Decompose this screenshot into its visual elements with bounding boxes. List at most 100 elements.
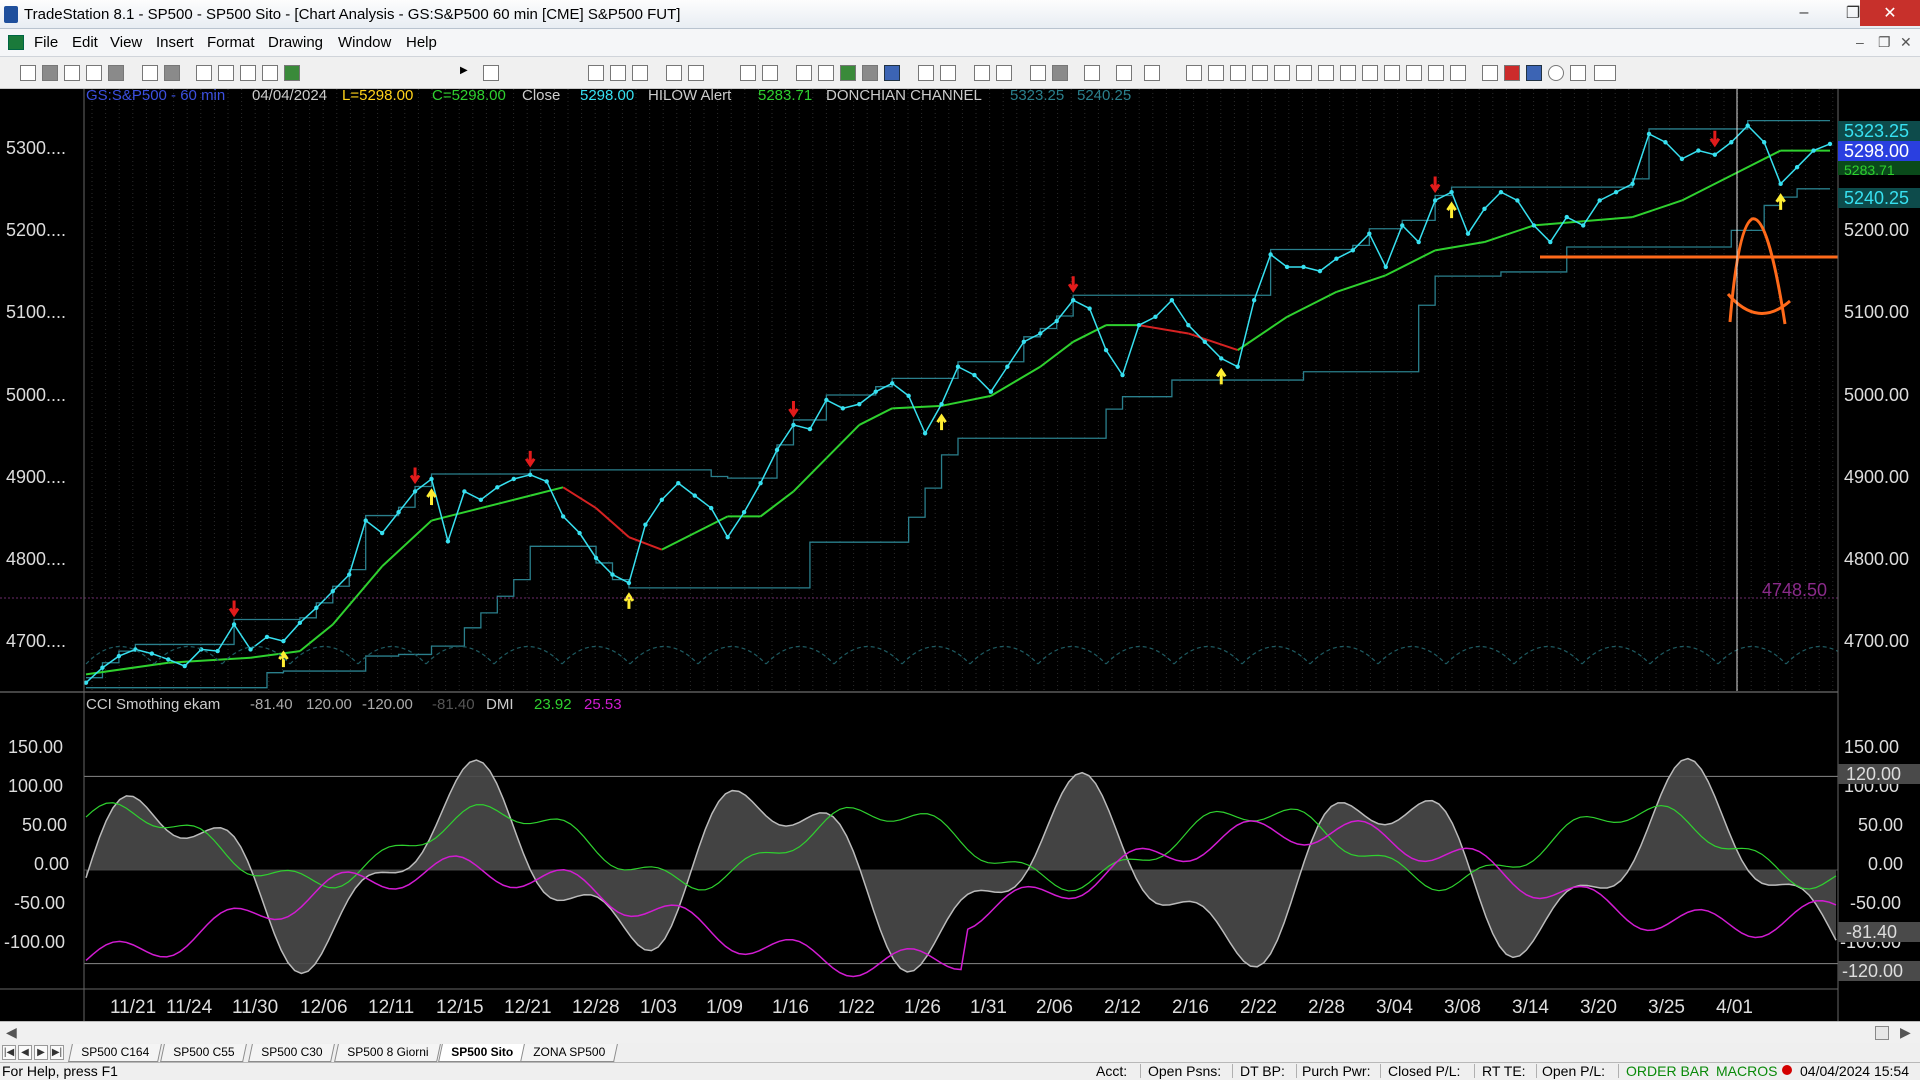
- vertical-line-icon[interactable]: [1208, 65, 1224, 81]
- menu-window[interactable]: Window: [338, 34, 391, 51]
- tab-sp500-c55[interactable]: SP500 C55: [160, 1044, 248, 1062]
- tab-first-icon[interactable]: |◀: [2, 1045, 16, 1060]
- scroll-right-icon[interactable]: ▶: [1900, 1024, 1911, 1041]
- text-abc-icon[interactable]: [1594, 65, 1616, 81]
- insert-chart-icon[interactable]: [884, 65, 900, 81]
- down-arrow-icon[interactable]: [1504, 65, 1520, 81]
- price-dot: [840, 406, 846, 411]
- tab-sp500-c30[interactable]: SP500 C30: [248, 1044, 336, 1062]
- chart-analysis-icon[interactable]: [666, 65, 682, 81]
- open-workspace-icon[interactable]: [64, 65, 80, 81]
- up-arrow-icon[interactable]: [1526, 65, 1542, 81]
- price-dot: [1400, 223, 1405, 228]
- insert-analysis-icon[interactable]: [796, 65, 812, 81]
- print-preview-icon[interactable]: [142, 65, 158, 81]
- time-axis-label: 12/15: [436, 997, 484, 1018]
- status-order-bar[interactable]: ORDER BAR: [1626, 1063, 1709, 1079]
- tab-prev-icon[interactable]: ◀: [18, 1045, 32, 1060]
- menu-format[interactable]: Format: [207, 34, 255, 51]
- menu-insert[interactable]: Insert: [156, 34, 194, 51]
- zoom-in-icon[interactable]: [974, 65, 990, 81]
- new-workspace-icon[interactable]: [86, 65, 102, 81]
- menu-view[interactable]: View: [110, 34, 142, 51]
- time-icon[interactable]: [918, 65, 934, 81]
- tab-last-icon[interactable]: ▶|: [50, 1045, 64, 1060]
- osc-left-label: 150.00: [8, 737, 63, 757]
- pen-icon[interactable]: [1450, 65, 1466, 81]
- tab-sp500-c164[interactable]: SP500 C164: [68, 1044, 162, 1062]
- close-button[interactable]: ✕: [1860, 0, 1920, 26]
- price-dot: [1778, 181, 1783, 187]
- horizontal-line-icon[interactable]: [1230, 65, 1246, 81]
- mdi-close-button[interactable]: ✕: [1900, 34, 1912, 51]
- insert-study-icon[interactable]: [840, 65, 856, 81]
- grid-view-icon[interactable]: [588, 65, 604, 81]
- ruler-icon[interactable]: [1384, 65, 1400, 81]
- speed-lines-icon[interactable]: [1340, 65, 1356, 81]
- save-icon[interactable]: [108, 65, 124, 81]
- insert-bar-icon[interactable]: [862, 65, 878, 81]
- tab-next-icon[interactable]: ▶: [34, 1045, 48, 1060]
- fibonacci-icon[interactable]: [1274, 65, 1290, 81]
- play-arrow-icon[interactable]: ▶: [460, 65, 476, 81]
- lock-icon[interactable]: [240, 65, 256, 81]
- time-axis-label: 3/14: [1512, 997, 1549, 1018]
- palette-icon[interactable]: [284, 65, 300, 81]
- mdi-restore-button[interactable]: ❐: [1878, 34, 1891, 51]
- insert-strategy-icon[interactable]: [818, 65, 834, 81]
- cycle-icon[interactable]: [1362, 65, 1378, 81]
- zoom-out-icon[interactable]: [996, 65, 1012, 81]
- status-macros[interactable]: MACROS: [1716, 1063, 1777, 1079]
- pointer-data-icon[interactable]: [1052, 65, 1068, 81]
- chart-analysis-window[interactable]: GS:S&P500 - 60 min 04/04/2024 L=5298.00 …: [0, 89, 1920, 1021]
- tab-zona-sp500[interactable]: ZONA SP500: [520, 1044, 618, 1062]
- menu-drawing[interactable]: Drawing: [268, 34, 323, 51]
- link-icon[interactable]: [196, 65, 212, 81]
- link-2-icon[interactable]: [218, 65, 234, 81]
- drawing-object-icon[interactable]: [1116, 65, 1132, 81]
- mdi-minimize-button[interactable]: –: [1856, 34, 1864, 50]
- radar-icon[interactable]: [688, 65, 704, 81]
- scroll-thumb[interactable]: [1875, 1026, 1889, 1040]
- ellipse-icon[interactable]: [1548, 65, 1564, 81]
- grid-view-2-icon[interactable]: [610, 65, 626, 81]
- chart-window-icon[interactable]: [8, 35, 24, 50]
- window-2-icon[interactable]: [762, 65, 778, 81]
- price-dot: [231, 622, 237, 627]
- drawing-2-icon[interactable]: [1144, 65, 1160, 81]
- arrows-icon[interactable]: [1428, 65, 1444, 81]
- channel-icon[interactable]: [1252, 65, 1268, 81]
- new-icon[interactable]: [20, 65, 36, 81]
- format-icon[interactable]: [262, 65, 278, 81]
- indicator-v2: 120.00: [306, 696, 352, 713]
- minimize-button[interactable]: –: [1780, 0, 1828, 26]
- horizontal-scrollbar[interactable]: ◀ ▶: [0, 1021, 1920, 1043]
- window-icon[interactable]: [740, 65, 756, 81]
- andrews-pitchfork-icon[interactable]: [1296, 65, 1312, 81]
- menu-help[interactable]: Help: [406, 34, 437, 51]
- scroll-left-icon[interactable]: ◀: [6, 1024, 17, 1041]
- gann-fan-icon[interactable]: [1318, 65, 1334, 81]
- time-axis-label: 1/09: [706, 997, 743, 1018]
- arc-icon[interactable]: [1406, 65, 1422, 81]
- tools-icon[interactable]: [1084, 65, 1100, 81]
- price-dot: [1070, 298, 1076, 303]
- tab-sp500-8-giorni[interactable]: SP500 8 Giorni: [334, 1044, 442, 1062]
- menu-edit[interactable]: Edit: [72, 34, 98, 51]
- print-icon[interactable]: [164, 65, 180, 81]
- price-dot: [791, 422, 796, 428]
- price-dot: [1613, 189, 1619, 195]
- search-binoculars-icon[interactable]: [483, 65, 499, 81]
- price-chart[interactable]: GS:S&P500 - 60 min 04/04/2024 L=5298.00 …: [0, 89, 1920, 1021]
- price-dot: [774, 447, 780, 453]
- pointer-icon[interactable]: [1030, 65, 1046, 81]
- trendline-icon[interactable]: [1186, 65, 1202, 81]
- tab-sp500-sito[interactable]: SP500 Sito: [438, 1044, 526, 1062]
- table-icon[interactable]: [632, 65, 648, 81]
- open-icon[interactable]: [42, 65, 58, 81]
- rectangle-icon[interactable]: [1570, 65, 1586, 81]
- freehand-icon[interactable]: [1482, 65, 1498, 81]
- menu-file[interactable]: File: [34, 34, 58, 51]
- status-separator: [1474, 1064, 1475, 1078]
- time-2-icon[interactable]: [940, 65, 956, 81]
